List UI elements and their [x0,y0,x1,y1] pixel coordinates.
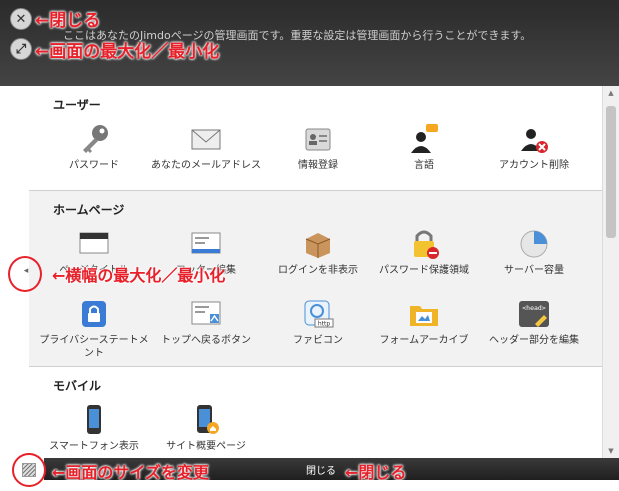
hide-login-item[interactable]: ログインを非表示 [259,227,377,277]
password-item[interactable]: パスワード [35,122,153,172]
edit-header-item[interactable]: <head> ヘッダー部分を編集 [475,297,593,347]
annotation-circle-width [8,256,42,292]
account-delete-label: アカウント削除 [499,160,569,171]
footer-edit-icon [191,232,221,254]
privacy-statement-item[interactable]: プライバシーステートメント [35,297,153,360]
site-summary-icon [197,405,219,434]
smartphone-view-label: スマートフォン表示 [49,441,139,452]
edit-header-label: ヘッダー部分を編集 [489,335,579,346]
annotation-width-toggle: ←横幅の最大化／最小化 [52,266,226,285]
id-card-icon [305,128,331,151]
section-mobile: モバイル スマートフォン表示 サイト概要ページ [29,366,602,458]
lock-delete-icon [414,230,439,259]
section-title-user: ユーザー [53,98,101,112]
envelope-icon [191,129,221,150]
favicon-tag-text: http [318,321,331,328]
key-icon [83,125,108,153]
close-icon[interactable]: ✕ [10,8,32,30]
email-item[interactable]: あなたのメールアドレス [147,122,265,172]
account-delete-item[interactable]: アカウント削除 [475,122,593,172]
favicon-icon: http [304,300,334,328]
favicon-label: ファビコン [293,335,343,346]
annotation-resize: ←画面のサイズを変更 [52,463,209,482]
footer-close-button[interactable]: 閉じる [306,462,336,477]
form-archive-item[interactable]: フォームアーカイブ [365,297,483,347]
language-item[interactable]: 言語 [365,122,483,172]
head-tag-text: <head> [522,304,546,312]
user-delete-icon [521,129,548,153]
back-to-top-icon [191,301,221,325]
padlock-icon [82,301,106,327]
user-speech-icon [411,124,438,153]
server-capacity-label: サーバー容量 [504,265,564,276]
site-summary-label: サイト概要ページ [166,441,246,452]
smartphone-icon [87,405,101,434]
hide-login-label: ログインを非表示 [278,265,358,276]
scroll-thumb[interactable] [606,106,616,238]
language-label: 言語 [414,160,434,171]
password-protected-area-label: パスワード保護領域 [379,265,469,276]
box-icon [305,233,331,258]
pie-chart-icon [520,230,548,258]
smartphone-view-item[interactable]: スマートフォン表示 [35,403,153,453]
server-capacity-item[interactable]: サーバー容量 [475,227,593,277]
info-registration-item[interactable]: 情報登録 [259,122,377,172]
page-title-icon [79,232,109,254]
back-to-top-label: トップへ戻るボタン [161,335,251,346]
back-to-top-item[interactable]: トップへ戻るボタン [147,297,265,347]
folder-archive-icon [410,306,438,326]
email-label: あなたのメールアドレス [151,160,261,171]
section-user: ユーザー パスワード あなたのメールアドレス 情報登録 言語 アカウント削除 [29,86,602,190]
annotation-maximize: ←画面の最大化／最小化 [35,42,220,62]
annotation-circle-resize [12,453,46,487]
password-label: パスワード [69,160,119,171]
site-summary-item[interactable]: サイト概要ページ [147,403,265,453]
privacy-statement-label: プライバシーステートメント [39,335,149,359]
scroll-up-arrow-icon[interactable]: ▲ [603,86,619,100]
annotation-close-bottom: ←閉じる [345,463,407,482]
section-title-mobile: モバイル [53,379,102,393]
info-registration-label: 情報登録 [298,160,338,171]
head-tag-icon: <head> [519,301,549,327]
scroll-down-arrow-icon[interactable]: ▼ [603,444,619,458]
maximize-icon[interactable]: ⤢ [10,38,32,60]
password-protected-area-item[interactable]: パスワード保護領域 [365,227,483,277]
favicon-item[interactable]: http ファビコン [259,297,377,347]
form-archive-label: フォームアーカイブ [379,335,469,346]
annotation-close-top: ←閉じる [35,11,101,31]
vertical-scrollbar[interactable]: ▲ ▼ [602,86,619,458]
section-title-homepage: ホームページ [53,203,125,217]
